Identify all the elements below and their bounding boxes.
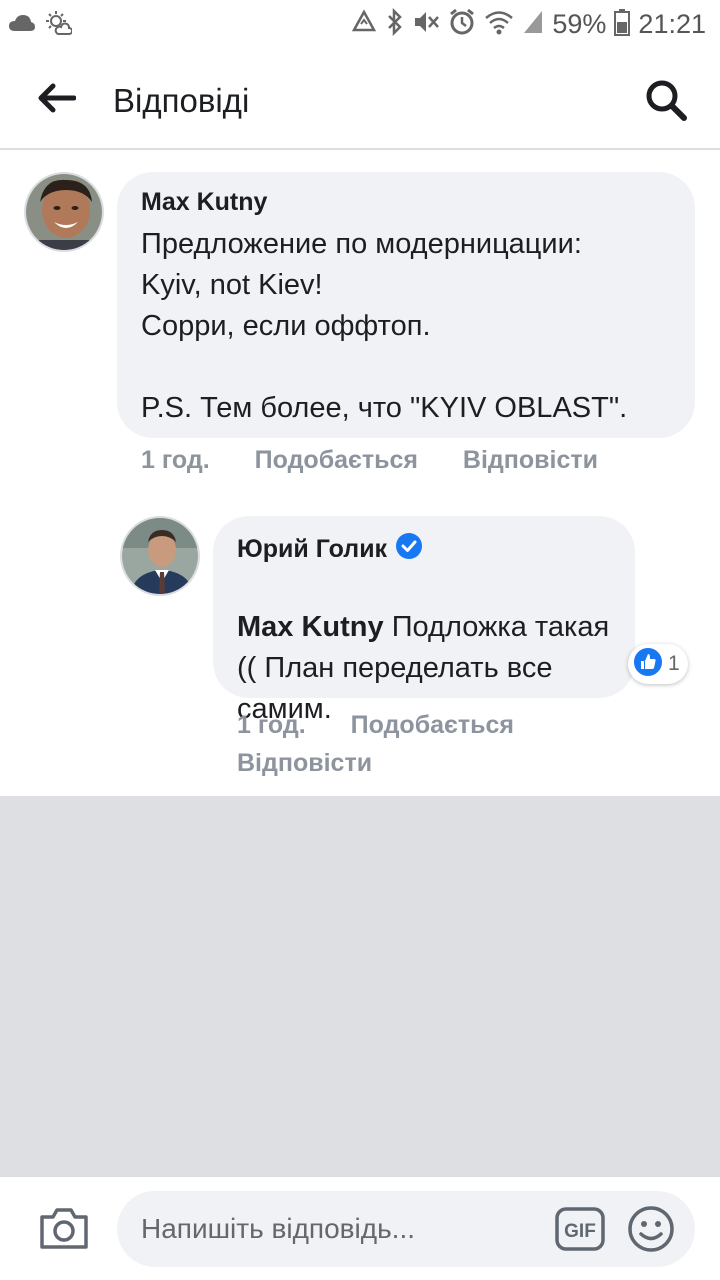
reaction-summary[interactable]: 1 — [628, 644, 688, 684]
gif-button[interactable]: GIF — [555, 1207, 605, 1251]
comment-time: 1 год. — [237, 711, 306, 739]
battery-icon — [614, 8, 631, 41]
reply-input[interactable] — [117, 1191, 695, 1267]
author-name[interactable]: Юрий Голик — [237, 535, 387, 564]
comment-actions: 1 год. Подобається Відповісти — [141, 446, 636, 475]
alarm-icon — [448, 8, 476, 41]
avatar[interactable] — [24, 172, 104, 252]
emoji-button[interactable] — [627, 1205, 675, 1253]
search-icon — [644, 78, 688, 127]
page-title: Відповіді — [113, 82, 250, 119]
bluetooth-icon — [386, 7, 404, 41]
svg-text:GIF: GIF — [564, 1221, 596, 1242]
author-name[interactable]: Max Kutny — [141, 188, 267, 217]
reply-composer: GIF — [0, 1176, 720, 1280]
like-button[interactable]: Подобається — [255, 446, 418, 474]
battery-percentage: 59% — [552, 9, 607, 39]
reply-button[interactable]: Відповісти — [463, 446, 598, 474]
comment: Max Kutny Предложение по модерницации: K… — [0, 150, 720, 490]
cloud-icon — [8, 13, 36, 38]
reaction-count: 1 — [668, 652, 680, 675]
recycle-icon — [350, 9, 378, 40]
emoji-icon — [627, 1206, 675, 1257]
status-bar: 59% 21:21 — [0, 0, 720, 50]
search-button[interactable] — [642, 78, 690, 126]
clock-time: 21:21 — [638, 9, 706, 39]
reply-button[interactable]: Відповісти — [237, 749, 372, 777]
like-button[interactable]: Подобається — [351, 711, 514, 739]
app-header: Відповіді — [0, 50, 720, 150]
gif-icon: GIF — [555, 1207, 605, 1255]
wifi-icon — [484, 9, 514, 40]
signal-icon — [522, 9, 544, 40]
back-button[interactable] — [32, 80, 80, 120]
camera-button[interactable] — [38, 1205, 90, 1251]
comment-time: 1 год. — [141, 446, 210, 474]
avatar[interactable] — [120, 516, 200, 596]
empty-area — [0, 796, 720, 1176]
camera-icon — [38, 1208, 90, 1255]
mention-link[interactable]: Max Kutny — [237, 611, 384, 643]
comment-actions: 1 год. Подобається Відповісти — [237, 706, 567, 782]
sun-weather-icon — [44, 10, 73, 41]
comment-author[interactable]: Юрий Голик — [237, 532, 423, 567]
comment-author[interactable]: Max Kutny — [141, 188, 267, 217]
like-reaction-icon — [632, 645, 664, 683]
comment-text: Предложение по модерницации: Kyiv, not K… — [141, 228, 628, 424]
back-arrow-icon — [36, 82, 77, 119]
mute-icon — [412, 9, 440, 40]
comment-reply: Юрий Голик Max Kutny Подложка такая (( П… — [0, 496, 720, 796]
verified-badge-icon — [395, 532, 423, 567]
